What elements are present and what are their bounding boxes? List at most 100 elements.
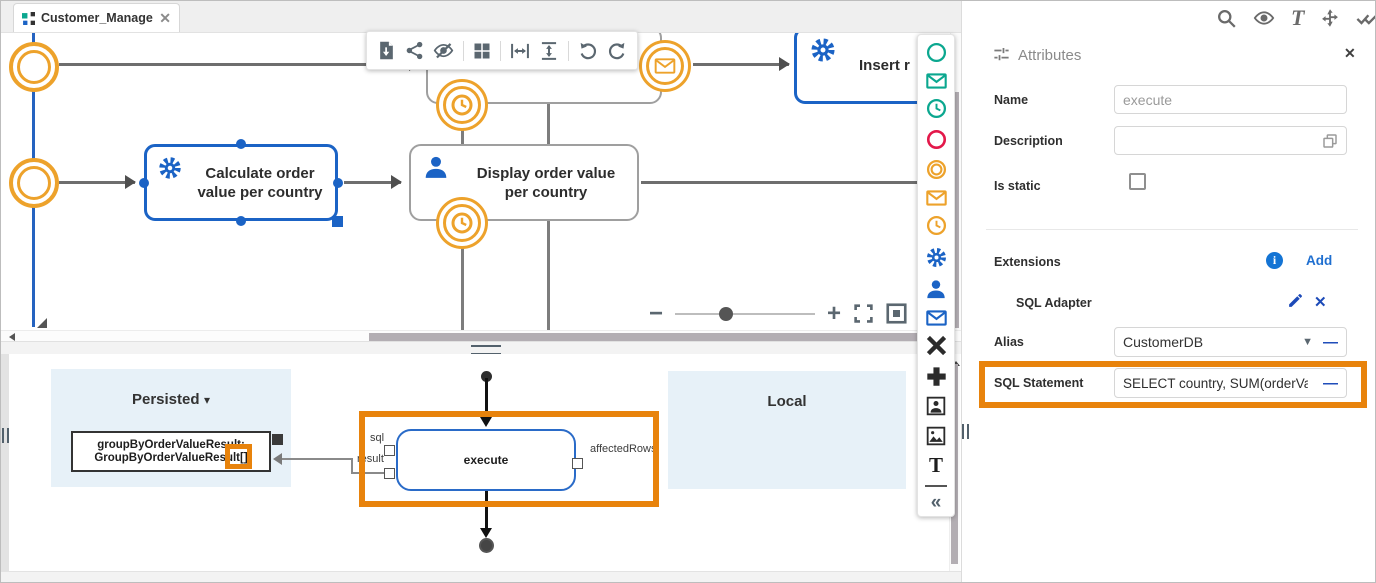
fit-selection-icon[interactable]: [886, 303, 907, 324]
selection-resize-handle[interactable]: [332, 216, 343, 227]
zoom-slider[interactable]: [675, 313, 815, 315]
end-event-icon[interactable]: [926, 129, 947, 150]
selection-handle[interactable]: [333, 178, 343, 188]
text-icon[interactable]: T: [1291, 8, 1304, 28]
text-annotation-icon[interactable]: T: [929, 455, 943, 475]
double-check-icon[interactable]: [1356, 7, 1376, 29]
lane-collapse-handle[interactable]: [37, 318, 47, 328]
fit-width-icon[interactable]: [510, 41, 530, 61]
selection-handle[interactable]: [236, 139, 246, 149]
selection-handle[interactable]: [139, 178, 149, 188]
remove-alias-icon[interactable]: —: [1323, 334, 1338, 351]
arrowhead: [480, 528, 492, 538]
chevron-down-icon: ▾: [204, 393, 210, 407]
name-value: execute: [1123, 92, 1172, 108]
section-divider: [986, 229, 1358, 230]
local-panel[interactable]: Local: [668, 371, 906, 489]
timer-start-event-icon[interactable]: [926, 98, 947, 119]
annotation-highlight-execute-node: [359, 411, 659, 507]
description-label: Description: [994, 134, 1063, 148]
intermediate-event-inner-ring: [17, 166, 51, 200]
eye-icon[interactable]: [1253, 7, 1275, 29]
task-calculate[interactable]: Calculate order value per country: [144, 144, 338, 221]
hide-icon[interactable]: [433, 40, 454, 61]
name-input[interactable]: execute: [1114, 85, 1347, 114]
timer-icon: [443, 86, 481, 124]
start-event-icon[interactable]: [926, 42, 947, 63]
service-task-icon[interactable]: [925, 246, 948, 269]
add-extension-button[interactable]: Add: [1306, 253, 1332, 268]
intermediate-event-icon[interactable]: [926, 159, 947, 180]
annotation-highlight-array-brackets: [225, 444, 252, 469]
attributes-title: Attributes: [1018, 47, 1081, 64]
grid-layout-icon[interactable]: [473, 42, 491, 60]
tab-customer-management[interactable]: Customer_Managem... ✕: [13, 3, 180, 32]
chevron-down-icon[interactable]: ▼: [1302, 336, 1313, 348]
data-flow-edge[interactable]: [351, 458, 353, 473]
fit-height-icon[interactable]: [539, 41, 559, 61]
gear-icon: [809, 36, 837, 64]
scrollbar-thumb[interactable]: [369, 333, 955, 341]
search-icon[interactable]: [1216, 8, 1237, 29]
remove-adapter-icon[interactable]: ✕: [1314, 293, 1327, 311]
collapse-palette-icon[interactable]: «: [931, 496, 942, 510]
zoom-controls: − +: [649, 303, 907, 324]
move-icon[interactable]: [1320, 8, 1340, 28]
export-document-icon[interactable]: [377, 41, 396, 60]
info-icon[interactable]: i: [1266, 252, 1283, 269]
edit-pencil-icon[interactable]: [1287, 292, 1304, 309]
task-label: Display order value per country: [466, 164, 626, 202]
message-start-event-icon[interactable]: [926, 73, 947, 89]
process-icon: [22, 12, 35, 25]
send-task-icon[interactable]: [926, 310, 947, 326]
undo-icon[interactable]: [578, 41, 598, 61]
envelope-icon: [646, 47, 684, 85]
is-static-label: Is static: [994, 179, 1041, 193]
task-label: Insert r: [859, 56, 910, 75]
persisted-header[interactable]: Persisted ▾: [51, 391, 291, 409]
left-resize-grip[interactable]: [2, 428, 9, 443]
user-task-icon[interactable]: [925, 278, 947, 300]
scroll-left-arrow[interactable]: [5, 333, 15, 341]
bpmn-canvas[interactable]: New customer Insert r Calculate order va…: [1, 32, 961, 331]
close-icon[interactable]: ✕: [159, 10, 171, 27]
sequence-flow[interactable]: [59, 181, 135, 184]
selection-handle[interactable]: [236, 216, 246, 226]
data-flow-edge[interactable]: [278, 458, 352, 460]
sliders-icon: [992, 45, 1011, 64]
zoom-slider-knob[interactable]: [719, 307, 733, 321]
message-intermediate-event-icon[interactable]: [926, 190, 947, 206]
alias-select[interactable]: CustomerDB ▼ —: [1114, 327, 1347, 357]
shape-palette: T «: [917, 34, 955, 517]
fit-screen-icon[interactable]: [853, 303, 874, 324]
sequence-flow[interactable]: [641, 181, 961, 184]
portrait-annotation-icon[interactable]: [926, 396, 946, 416]
zoom-out-button[interactable]: −: [649, 304, 663, 324]
toolbar-separator: [500, 41, 501, 61]
redo-icon[interactable]: [607, 41, 627, 61]
right-resize-grip[interactable]: [962, 424, 969, 439]
data-object-port[interactable]: [272, 434, 283, 445]
data-object-name: groupByOrderValueResult:: [97, 439, 245, 452]
sql-adapter-label: SQL Adapter: [1016, 296, 1092, 310]
tab-title: Customer_Managem...: [41, 11, 153, 25]
description-input[interactable]: [1114, 126, 1347, 155]
flow-end-node[interactable]: [479, 538, 494, 553]
close-panel-icon[interactable]: ✕: [1344, 45, 1356, 62]
palette-divider: [925, 485, 947, 487]
image-annotation-icon[interactable]: [926, 426, 946, 446]
sequence-flow[interactable]: [693, 63, 789, 66]
gear-icon: [157, 155, 183, 181]
zoom-in-button[interactable]: +: [827, 304, 841, 324]
arrowhead: [391, 175, 402, 189]
intermediate-event-inner-ring: [17, 50, 51, 84]
is-static-checkbox[interactable]: [1129, 173, 1146, 190]
exclusive-gateway-icon[interactable]: [926, 335, 947, 356]
timer-intermediate-event-icon[interactable]: [926, 215, 947, 236]
arrowhead: [779, 57, 790, 71]
bottom-strip: [1, 571, 961, 583]
timer-icon: [443, 204, 481, 242]
share-icon[interactable]: [405, 41, 424, 60]
parallel-gateway-icon[interactable]: [926, 366, 947, 387]
copy-icon[interactable]: [1322, 133, 1338, 149]
